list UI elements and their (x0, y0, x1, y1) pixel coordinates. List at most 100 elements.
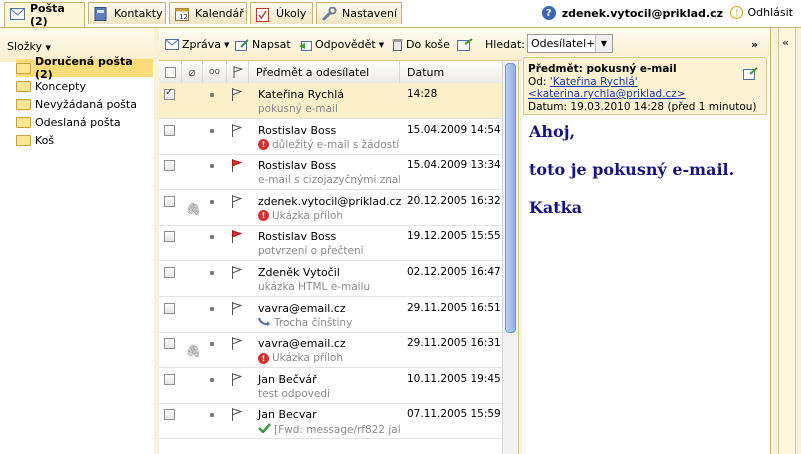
row-preview-text: [Fwd: message/rf822 jako (274, 423, 400, 436)
message-row[interactable]: Zdeněk Vytočil ukázka HTML e-mailu 02.12.2… (159, 261, 502, 297)
message-from: Od: 'Kateřina Rychlá' (528, 76, 762, 89)
compose-label: Napsat (252, 38, 291, 51)
row-checkbox[interactable] (164, 124, 175, 136)
flag-icon[interactable] (231, 408, 243, 422)
tab-label: Úkoly (276, 7, 307, 20)
attachment-column[interactable]: ⌀ (182, 61, 203, 83)
read-status-icon[interactable] (210, 128, 214, 133)
flag-icon[interactable] (231, 301, 243, 315)
read-status-icon[interactable] (210, 271, 214, 275)
row-checkbox[interactable] (164, 160, 175, 172)
message-row[interactable]: vavra@email.cz Trocha čínštiny 29.11.2005 … (159, 297, 502, 333)
tab-mail[interactable]: Pošta (2) (4, 2, 85, 28)
row-sender: Rostislav Boss (258, 230, 337, 244)
search-field-select[interactable]: Odesílatel+př ▼ (527, 34, 613, 53)
folder-trash[interactable]: Koš (16, 131, 153, 149)
message-date: Datum: 19.03.2010 14:28 (před 1 minutou) (528, 100, 757, 113)
reply-button[interactable]: Odpovědět ▼ (298, 38, 384, 51)
scrollbar-thumb[interactable] (505, 63, 516, 333)
read-status-icon[interactable] (210, 413, 214, 418)
folder-icon (16, 62, 31, 74)
row-checkbox[interactable] (164, 267, 175, 278)
red-flag-icon[interactable] (231, 230, 243, 244)
row-preview-text: Ukázka příloh (272, 352, 344, 365)
message-menu-button[interactable]: Zpráva ▼ (165, 38, 229, 51)
row-preview: ! Ukázka příloh (258, 352, 400, 364)
row-checkbox[interactable] (164, 231, 175, 243)
row-date: 02.12.2005 16:47 (407, 266, 501, 278)
from-name-link[interactable]: 'Kateřina Rychlá' (550, 76, 638, 88)
row-date: 20.12.2005 16:32 (407, 194, 501, 207)
calendar-icon: 12 (175, 7, 190, 21)
tab-contacts[interactable]: Kontakty (88, 2, 166, 24)
paperclip-icon: ⌀ (188, 65, 196, 79)
flag-column[interactable] (227, 61, 249, 83)
flag-icon[interactable] (231, 266, 243, 279)
account-info: ? zdenek.vytocil@priklad.cz (541, 6, 723, 20)
read-status-icon[interactable] (210, 306, 214, 311)
flag-icon[interactable] (231, 123, 243, 137)
body-line: Katka (529, 198, 583, 217)
double-chevron-left-icon[interactable]: « (782, 36, 789, 49)
read-status-icon[interactable] (210, 235, 214, 240)
read-status-icon[interactable] (210, 377, 214, 382)
select-all-checkbox[interactable] (159, 61, 182, 83)
tab-calendar[interactable]: 12 Kalendář (169, 2, 247, 24)
help-icon[interactable]: ? (541, 6, 556, 20)
row-checkbox[interactable] (164, 195, 175, 207)
row-preview-text: test odpovedi (258, 387, 330, 400)
message-row[interactable]: Rostislav Boss! důležitý e-mail s žádostí… (159, 119, 502, 155)
row-sender: Jan Bečvář (258, 372, 317, 386)
search-label-text: Hledat: (485, 38, 525, 51)
row-checkbox[interactable] (164, 338, 175, 350)
message-row[interactable]: Rostislav Boss potvrzení o přečtení 19.12.… (159, 225, 502, 262)
chevron-down-icon: ▼ (224, 40, 230, 49)
message-row[interactable]: Jan Becvar [Fwd: message/rf822 jako 07.11.… (159, 403, 502, 440)
folder-inbox[interactable]: Doručená pošta (2) (16, 55, 153, 81)
folder-drafts[interactable]: Koncepty (16, 77, 153, 95)
tab-tasks[interactable]: Úkoly (250, 2, 313, 24)
message-row[interactable]: Rostislav Boss e-mail s cizojazyčnými zna… (159, 154, 502, 191)
folder-label: Odeslaná pošta (35, 115, 121, 129)
message-list: ⌀ oo Předmět a odesílatel Datum Kateřina… (159, 61, 502, 454)
list-scrollbar[interactable] (502, 61, 518, 454)
open-message-icon[interactable] (743, 67, 758, 84)
message-row[interactable]: Kateřina Rychlá pokusný e-mail 14:28 (159, 83, 502, 119)
row-checkbox[interactable] (164, 409, 175, 421)
red-flag-icon[interactable] (231, 159, 243, 173)
row-sender: Zdeněk Vytočil (258, 266, 340, 279)
logout-button[interactable]: | Odhlásit (730, 6, 793, 19)
row-date: 29.11.2005 16:31 (407, 337, 501, 350)
account-email: zdenek.vytocil@priklad.cz (561, 6, 723, 20)
trash-button[interactable]: Do koše (392, 38, 450, 51)
folder-sent[interactable]: Odeslaná pošta (16, 113, 153, 131)
message-row[interactable]: 🖇 vavra@email.cz! Ukázka příloh 29.11.2005 … (159, 332, 502, 369)
row-date: 10.11.2005 19:45 (407, 372, 501, 385)
subject-column[interactable]: Předmět a odesílatel (249, 61, 400, 83)
read-status-icon[interactable] (210, 199, 214, 204)
row-checkbox[interactable] (164, 302, 175, 314)
flag-icon[interactable] (231, 88, 243, 101)
row-checkbox[interactable] (164, 373, 175, 385)
read-status-icon[interactable] (210, 164, 214, 169)
move-button[interactable] (457, 38, 473, 51)
message-row[interactable]: 🖇 zdenek.vytocil@priklad.cz! Ukázka příloh… (159, 190, 502, 226)
row-preview-text: důležitý e-mail s žádostí o (272, 138, 400, 151)
compose-button[interactable]: Napsat (235, 38, 291, 51)
read-column[interactable]: oo (203, 61, 227, 83)
tab-settings[interactable]: Nastavení (316, 2, 402, 24)
folder-spam[interactable]: Nevyžádaná pošta (16, 95, 153, 113)
flag-icon[interactable] (231, 372, 243, 386)
read-status-icon[interactable] (210, 342, 214, 347)
from-email-link[interactable]: <katerina.rychla@priklad.cz> (528, 88, 686, 100)
read-status-icon[interactable] (210, 93, 214, 97)
row-checkbox[interactable] (164, 87, 175, 100)
message-row[interactable]: Jan Bečvář test odpovedi 10.11.2005 19:45 (159, 368, 502, 404)
expand-toolbar-button[interactable]: » (751, 38, 758, 51)
row-date: 19.12.2005 15:55 (407, 230, 501, 243)
date-column[interactable]: Datum (400, 61, 502, 83)
flag-icon[interactable] (231, 337, 243, 351)
flag-icon[interactable] (231, 194, 243, 208)
double-chevron-right-icon: » (751, 38, 759, 51)
row-preview-text: ukázka HTML e-mailu (258, 281, 371, 293)
